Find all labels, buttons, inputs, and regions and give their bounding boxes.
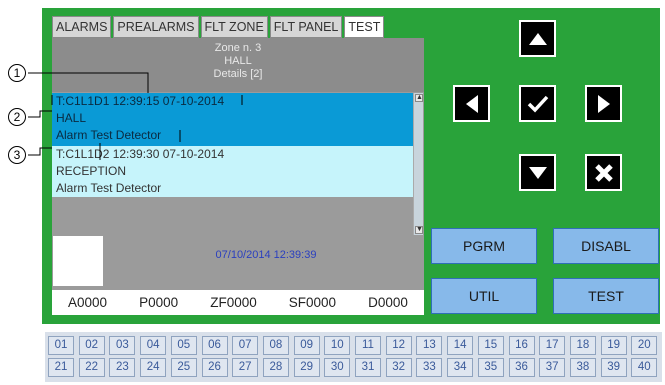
zone-cell[interactable]: 24	[140, 358, 167, 377]
zone-cell[interactable]: 03	[109, 336, 136, 355]
zone-cell[interactable]: 08	[262, 336, 289, 355]
zone-cell[interactable]: 37	[539, 358, 566, 377]
zone-cell[interactable]: 26	[201, 358, 228, 377]
zone-cell[interactable]: 33	[416, 358, 443, 377]
zone-cell[interactable]: 23	[109, 358, 136, 377]
callout-1: 1	[8, 64, 26, 82]
zone-cell[interactable]: 16	[508, 336, 535, 355]
zone-cell[interactable]: 18	[569, 336, 596, 355]
zone-cell[interactable]: 30	[324, 358, 351, 377]
zone-cell[interactable]: 21	[48, 358, 74, 377]
zone-cell[interactable]: 06	[201, 336, 228, 355]
zone-cell[interactable]: 29	[293, 358, 320, 377]
zone-cell[interactable]: 36	[508, 358, 535, 377]
zone-cell[interactable]: 35	[477, 358, 504, 377]
callout-leaders	[28, 72, 243, 160]
callout-2: 2	[8, 108, 26, 126]
zone-cell[interactable]: 04	[140, 336, 167, 355]
zone-cell[interactable]: 12	[385, 336, 412, 355]
zone-cell[interactable]: 02	[78, 336, 105, 355]
zone-cell[interactable]: 19	[600, 336, 627, 355]
zone-cell[interactable]: 01	[48, 336, 74, 355]
zone-cell[interactable]: 14	[447, 336, 474, 355]
zone-cell[interactable]: 17	[539, 336, 566, 355]
zone-cell[interactable]: 10	[324, 336, 351, 355]
zone-cell[interactable]: 25	[170, 358, 197, 377]
zone-cell[interactable]: 39	[600, 358, 627, 377]
zone-cell[interactable]: 28	[262, 358, 289, 377]
zone-cell[interactable]: 32	[385, 358, 412, 377]
zone-cell[interactable]: 05	[170, 336, 197, 355]
zone-cell[interactable]: 40	[631, 358, 658, 377]
zone-cell[interactable]: 31	[355, 358, 381, 377]
zone-cell[interactable]: 11	[355, 336, 381, 355]
zone-cell[interactable]: 20	[631, 336, 658, 355]
zone-cell[interactable]: 15	[477, 336, 504, 355]
zone-cell[interactable]: 09	[293, 336, 320, 355]
zone-cell[interactable]: 13	[416, 336, 443, 355]
callout-3: 3	[8, 146, 26, 164]
zone-cell[interactable]: 27	[232, 358, 259, 377]
zone-cell[interactable]: 38	[569, 358, 596, 377]
zone-cell[interactable]: 22	[78, 358, 105, 377]
zone-cell[interactable]: 07	[232, 336, 259, 355]
zone-cell[interactable]: 34	[447, 358, 474, 377]
